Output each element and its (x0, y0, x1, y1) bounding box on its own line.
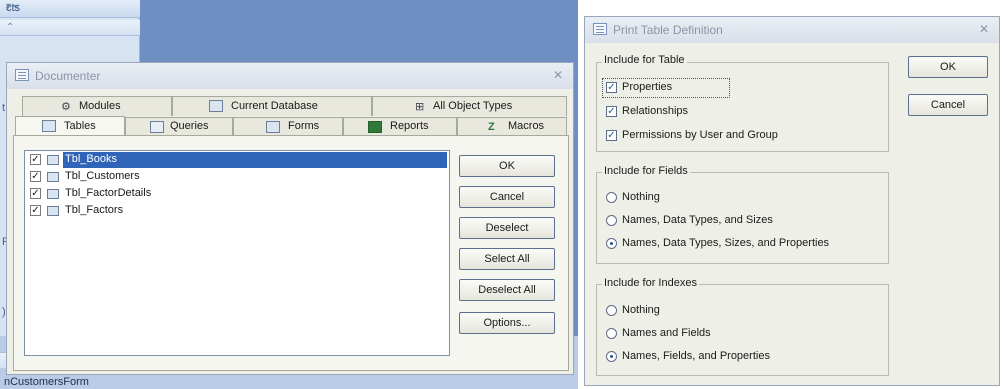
fields-names-types-sizes-radio[interactable] (606, 215, 617, 226)
group-title: Include for Fields (602, 165, 690, 177)
table-icon (47, 206, 59, 216)
group-title: Include for Indexes (602, 277, 699, 289)
table-name: Tbl_Factors (65, 204, 124, 216)
tab-label: Forms (288, 120, 320, 132)
tab-label: Current Database (231, 100, 318, 112)
database-icon (209, 100, 223, 112)
list-item[interactable]: ✓ Tbl_Factors (25, 203, 449, 219)
navigation-group-header[interactable]: ⌃ (0, 20, 140, 36)
option-label: Names, Fields, and Properties (622, 350, 770, 362)
option-label: Nothing (622, 191, 660, 203)
tab-label: Tables (64, 120, 96, 132)
tab-label: Queries (170, 120, 209, 132)
option-label: Names, Data Types, and Sizes (622, 214, 773, 226)
cancel-button[interactable]: Cancel (459, 186, 555, 208)
list-item[interactable]: ✓ Tbl_Books (25, 152, 449, 168)
collapse-group-icon[interactable]: ⌃ (6, 22, 120, 33)
option-label: Names and Fields (622, 327, 711, 339)
close-icon[interactable]: ✕ (553, 68, 563, 82)
fields-nothing-radio[interactable] (606, 192, 617, 203)
documenter-titlebar[interactable]: Documenter ✕ (7, 63, 573, 89)
table-name: Tbl_Books (65, 153, 117, 165)
deselect-button[interactable]: Deselect (459, 217, 555, 239)
query-icon (150, 121, 164, 133)
item-checkbox[interactable]: ✓ (30, 188, 41, 199)
select-all-button[interactable]: Select All (459, 248, 555, 270)
item-checkbox[interactable]: ✓ (30, 171, 41, 182)
table-name: Tbl_Customers (65, 170, 140, 182)
item-checkbox[interactable]: ✓ (30, 205, 41, 216)
option-label: Permissions by User and Group (622, 129, 778, 141)
close-icon[interactable]: ✕ (979, 22, 989, 36)
option-label: Relationships (622, 105, 689, 117)
all-object-types-icon: ⊞ (415, 101, 425, 113)
option-label: Nothing (622, 304, 660, 316)
ok-button[interactable]: OK (459, 155, 555, 177)
tab-macros[interactable]: Z Macros (457, 117, 567, 135)
table-icon (42, 120, 56, 132)
indexes-nothing-radio[interactable] (606, 305, 617, 316)
macro-icon: Z (488, 121, 495, 133)
pane-edge-mark: t (2, 102, 6, 114)
table-icon (47, 189, 59, 199)
documenter-title: Documenter (35, 69, 101, 83)
tab-queries[interactable]: Queries (125, 117, 233, 135)
permissions-checkbox[interactable]: ✓ (606, 130, 617, 141)
group-title: Include for Table (602, 54, 687, 66)
list-item[interactable]: ✓ Tbl_Customers (25, 169, 449, 185)
table-icon (47, 155, 59, 165)
print-definition-titlebar[interactable]: Print Table Definition ✕ (585, 17, 999, 43)
form-icon (266, 121, 280, 133)
navigation-item[interactable]: nCustomersForm (4, 376, 89, 388)
tab-modules[interactable]: ⚙ Modules (22, 96, 172, 116)
option-label: Names, Data Types, Sizes, and Properties (622, 237, 830, 249)
fields-names-types-sizes-properties-radio[interactable] (606, 238, 617, 249)
documenter-window-icon (15, 69, 29, 81)
tab-label: Macros (508, 120, 545, 132)
tab-all-object-types[interactable]: ⊞ All Object Types (372, 96, 567, 116)
tab-label: All Object Types (433, 100, 513, 112)
table-name: Tbl_FactorDetails (65, 187, 152, 199)
print-definition-title: Print Table Definition (613, 23, 723, 37)
navigation-pane-header[interactable]: cts ▾ « (0, 0, 140, 18)
relationships-checkbox[interactable]: ✓ (606, 106, 617, 117)
tab-current-database[interactable]: Current Database (172, 96, 372, 116)
selection-highlight (63, 152, 447, 168)
properties-checkbox[interactable]: ✓ (606, 82, 617, 93)
indexes-names-fields-properties-radio[interactable] (606, 351, 617, 362)
tab-label: Reports (390, 120, 429, 132)
pane-menu-icon[interactable]: ▾ « (6, 1, 132, 12)
tab-reports[interactable]: Reports (343, 117, 457, 135)
options-button[interactable]: Options... (459, 312, 555, 334)
print-ok-button[interactable]: OK (908, 56, 988, 78)
tab-tables[interactable]: Tables (15, 116, 125, 136)
tables-list[interactable]: ✓ Tbl_Books ✓ Tbl_Customers ✓ Tbl_Factor… (24, 150, 450, 356)
report-icon (368, 121, 382, 133)
tab-label: Modules (79, 100, 121, 112)
indexes-names-fields-radio[interactable] (606, 328, 617, 339)
print-cancel-button[interactable]: Cancel (908, 94, 988, 116)
print-definition-window-icon (593, 23, 607, 35)
option-label: Properties (622, 81, 673, 93)
table-icon (47, 172, 59, 182)
list-item[interactable]: ✓ Tbl_FactorDetails (25, 186, 449, 202)
deselect-all-button[interactable]: Deselect All (459, 279, 555, 301)
modules-icon: ⚙ (61, 101, 71, 113)
tab-forms[interactable]: Forms (233, 117, 343, 135)
item-checkbox[interactable]: ✓ (30, 154, 41, 165)
